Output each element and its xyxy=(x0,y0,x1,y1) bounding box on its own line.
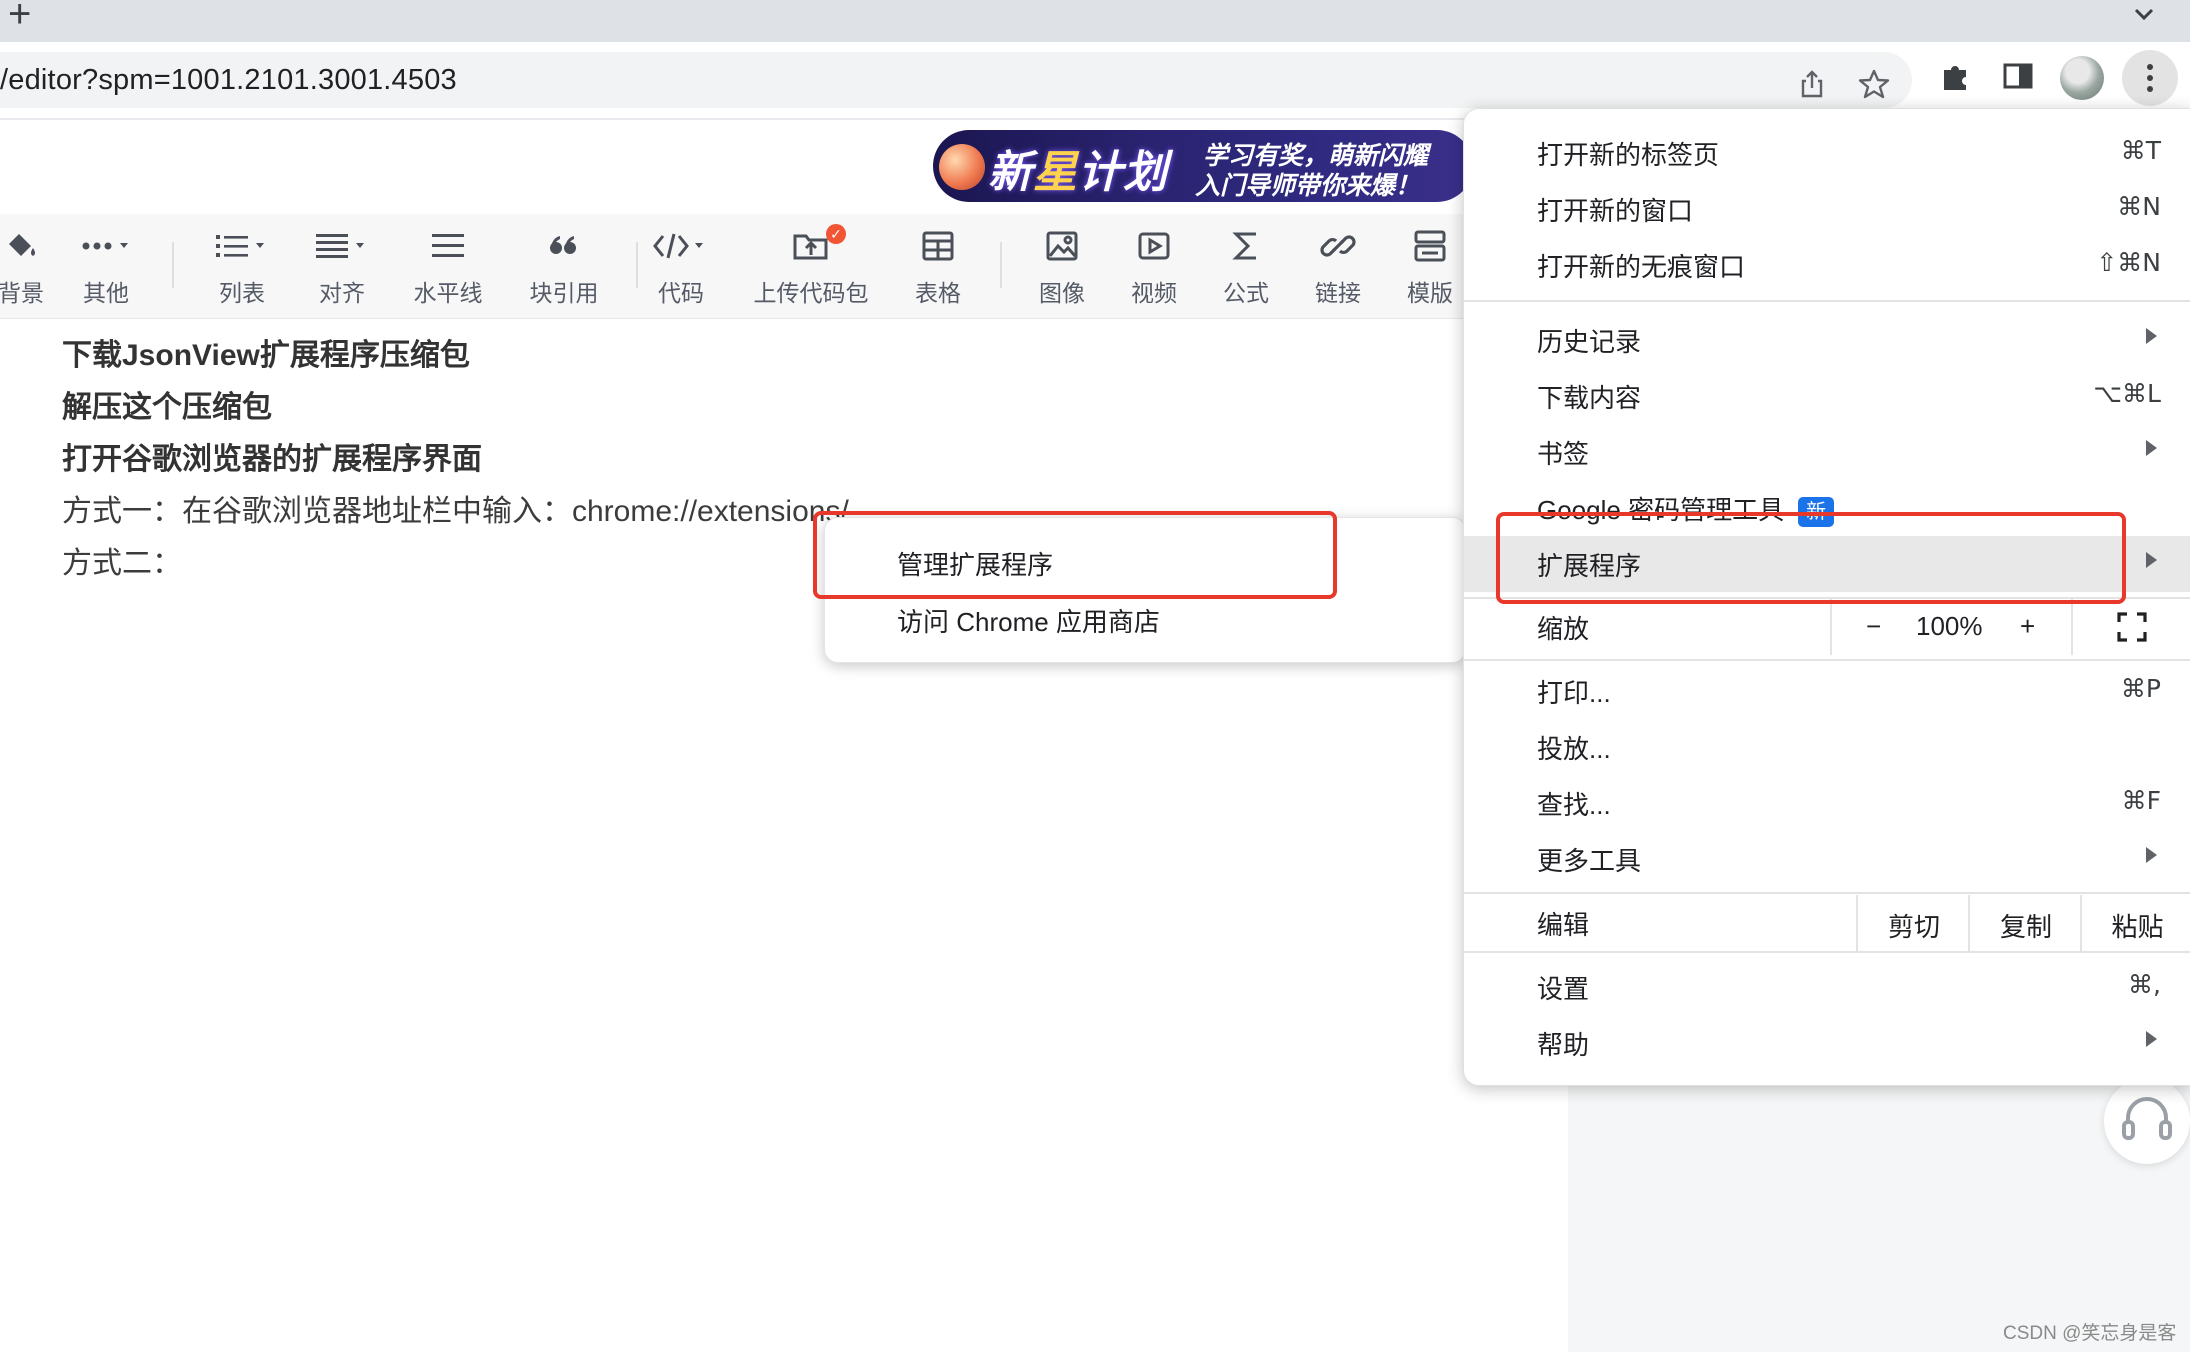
tool-code[interactable]: 代码 xyxy=(648,224,714,308)
tab-strip: + xyxy=(0,0,2190,42)
extensions-puzzle-icon[interactable] xyxy=(1938,58,1974,94)
menu-separator xyxy=(1464,300,2190,302)
new-tab-button[interactable]: + xyxy=(8,0,31,34)
template-icon xyxy=(1414,230,1446,262)
list-icon xyxy=(216,235,264,257)
menu-settings[interactable]: 设置 ⌘, xyxy=(1464,959,2190,1015)
tab-search-chevron-icon[interactable] xyxy=(2130,0,2158,28)
tool-background[interactable]: 背景 xyxy=(0,224,44,308)
paste-button[interactable]: 粘贴 xyxy=(2080,895,2190,951)
check-badge-icon: ✓ xyxy=(826,224,846,244)
tool-template[interactable]: 模版 xyxy=(1398,224,1462,308)
chrome-menu-button[interactable] xyxy=(2122,50,2178,106)
menu-separator xyxy=(1464,892,2190,894)
fullscreen-icon[interactable] xyxy=(2116,611,2148,643)
zoom-level: 100% xyxy=(1916,611,1983,641)
promo-banner[interactable]: 新星计划 学习有奖，萌新闪耀 入门导师带你来爆！ xyxy=(933,130,1473,202)
editor-toolbar: 背景 其他 列表 对齐 水平线 块引用 代码 上传代码包 ✓ 表格 图像 视频 … xyxy=(0,214,1470,319)
profile-avatar[interactable] xyxy=(2060,56,2104,100)
menu-zoom: 缩放 − 100% + xyxy=(1464,599,2190,655)
toolbar-separator xyxy=(172,242,174,288)
horizontal-line-icon xyxy=(432,234,464,257)
align-icon xyxy=(316,234,364,258)
table-icon xyxy=(922,231,954,261)
content-line: 打开谷歌浏览器的扩展程序界面 xyxy=(62,443,482,476)
headset-icon xyxy=(2122,1097,2172,1140)
image-icon xyxy=(1046,231,1078,261)
toolbar-separator xyxy=(1000,242,1002,288)
menu-history[interactable]: 历史记录 xyxy=(1464,312,2190,368)
banner-line2: 入门导师带你来爆！ xyxy=(1195,172,1421,200)
tool-formula[interactable]: 公式 xyxy=(1214,224,1278,308)
menu-print[interactable]: 打印... ⌘P xyxy=(1464,663,2190,719)
more-dots-icon xyxy=(82,242,128,250)
content-line: 解压这个压缩包 xyxy=(62,391,272,424)
menu-downloads[interactable]: 下载内容 ⌥⌘L xyxy=(1464,368,2190,424)
menu-find[interactable]: 查找... ⌘F xyxy=(1464,775,2190,831)
tool-horizontal-line[interactable]: 水平线 xyxy=(410,224,486,308)
cut-button[interactable]: 剪切 xyxy=(1856,895,1970,951)
link-icon xyxy=(1320,235,1356,257)
submenu-arrow-icon xyxy=(2146,847,2157,863)
tool-table[interactable]: 表格 xyxy=(906,224,970,308)
toolbar-separator xyxy=(636,242,638,288)
content-line: 方式二： xyxy=(62,547,182,580)
menu-edit: 编辑 剪切 复制 粘贴 xyxy=(1464,895,2190,951)
upload-folder-icon xyxy=(793,234,828,260)
menu-separator xyxy=(1464,659,2190,661)
menu-new-tab[interactable]: 打开新的标签页 ⌘T xyxy=(1464,125,2190,181)
submenu-arrow-icon xyxy=(2146,552,2157,568)
paint-bucket-icon xyxy=(9,234,35,256)
content-line: 下载JsonView扩展程序压缩包 xyxy=(62,339,470,372)
menu-new-incognito[interactable]: 打开新的无痕窗口 ⇧⌘N xyxy=(1464,237,2190,293)
code-icon xyxy=(653,233,703,259)
tool-blockquote[interactable]: 块引用 xyxy=(526,224,602,308)
menu-more-tools[interactable]: 更多工具 xyxy=(1464,831,2190,887)
quote-icon xyxy=(550,236,576,254)
watermark: CSDN @笑忘身是客 xyxy=(2003,1323,2177,1344)
video-icon xyxy=(1138,232,1170,260)
submenu-arrow-icon xyxy=(2146,1031,2157,1047)
chrome-web-store-item[interactable]: 访问 Chrome 应用商店 xyxy=(897,602,1160,639)
tool-other[interactable]: 其他 xyxy=(74,224,138,308)
right-gutter xyxy=(1568,1080,2190,1352)
toolbar-divider xyxy=(0,118,1470,120)
banner-title: 新星计划 xyxy=(988,148,1168,197)
menu-separator xyxy=(1464,951,2190,953)
menu-cast[interactable]: 投放... xyxy=(1464,719,2190,775)
menu-new-window[interactable]: 打开新的窗口 ⌘N xyxy=(1464,181,2190,237)
address-bar[interactable]: /editor?spm=1001.2101.3001.4503 xyxy=(0,52,1912,108)
highlight-manage-extensions xyxy=(813,511,1337,599)
submenu-arrow-icon xyxy=(2146,440,2157,456)
copy-button[interactable]: 复制 xyxy=(1968,895,2082,951)
sigma-icon xyxy=(1232,232,1256,260)
tool-link[interactable]: 链接 xyxy=(1306,224,1370,308)
submenu-arrow-icon xyxy=(2146,328,2157,344)
customer-support-button[interactable] xyxy=(2104,1078,2190,1164)
tool-upload-code[interactable]: 上传代码包 ✓ xyxy=(748,224,874,308)
url-text[interactable]: /editor?spm=1001.2101.3001.4503 xyxy=(0,64,457,97)
highlight-extensions-menu xyxy=(1496,512,2126,604)
side-panel-icon[interactable] xyxy=(2000,58,2036,94)
zoom-in-button[interactable]: + xyxy=(2020,611,2035,642)
bookmark-star-icon[interactable] xyxy=(1858,68,1890,100)
tool-video[interactable]: 视频 xyxy=(1122,224,1186,308)
tool-image[interactable]: 图像 xyxy=(1030,224,1094,308)
planet-graphic xyxy=(939,144,985,190)
share-icon[interactable] xyxy=(1796,68,1828,100)
menu-bookmarks[interactable]: 书签 xyxy=(1464,424,2190,480)
menu-help[interactable]: 帮助 xyxy=(1464,1015,2190,1071)
zoom-out-button[interactable]: − xyxy=(1866,611,1881,642)
browser-toolbar: /editor?spm=1001.2101.3001.4503 xyxy=(0,42,2190,118)
tool-align[interactable]: 对齐 xyxy=(308,224,376,308)
tool-list[interactable]: 列表 xyxy=(208,224,276,308)
content-line: 方式一：在谷歌浏览器地址栏中输入：chrome://extensions/ xyxy=(62,495,849,528)
